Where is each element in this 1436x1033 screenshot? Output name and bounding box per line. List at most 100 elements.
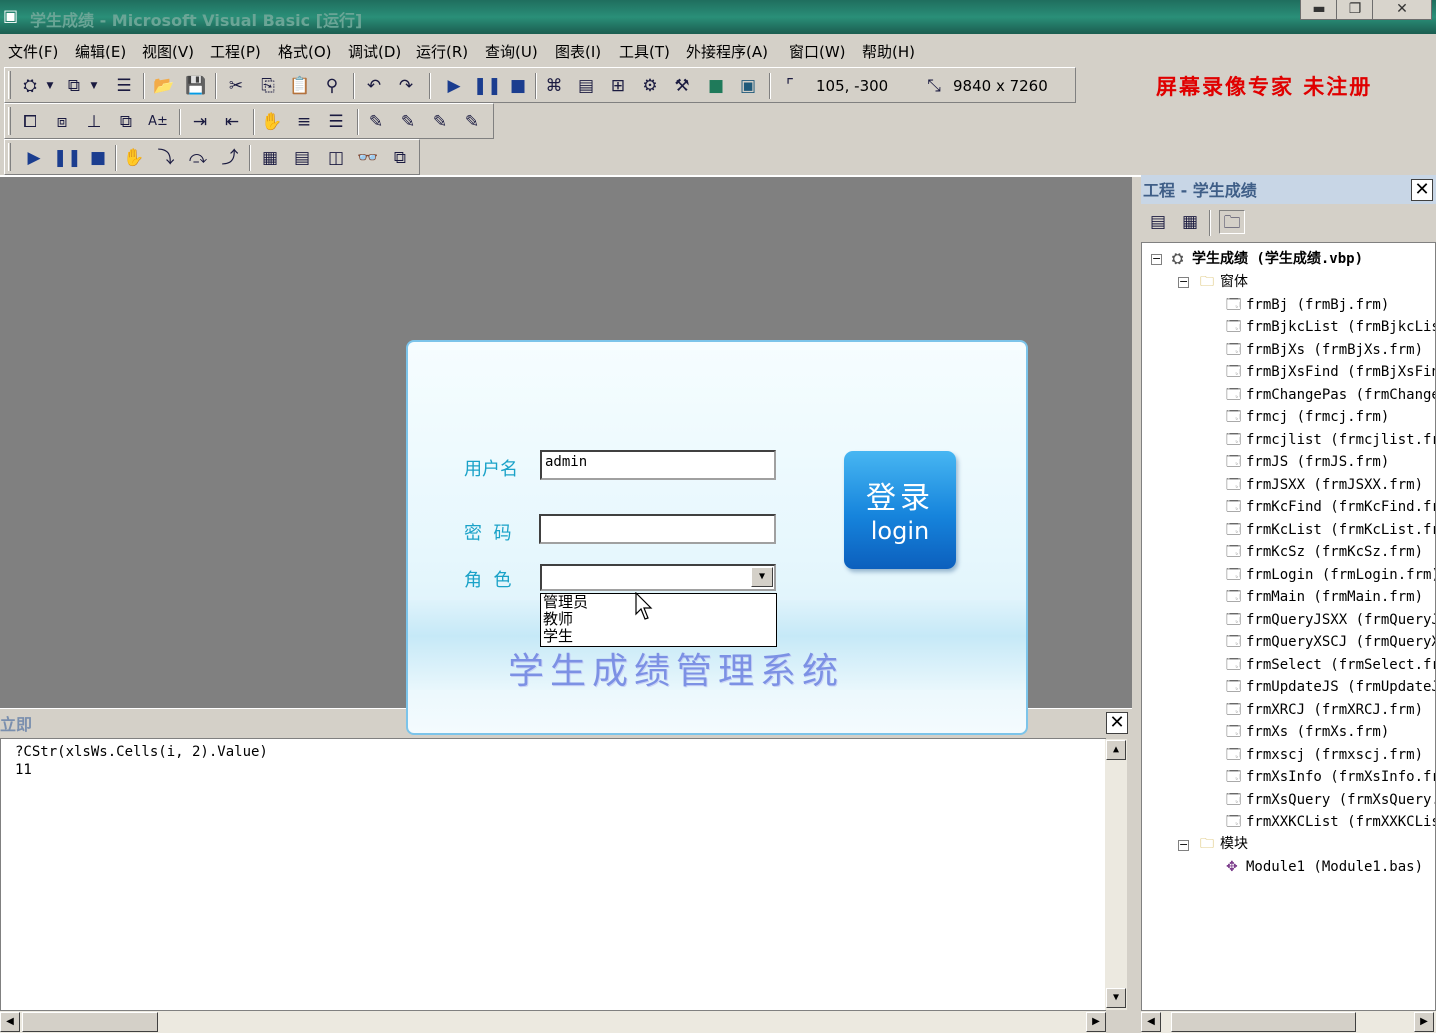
make-same-size-icon[interactable]: ⧉ [113,110,139,134]
view-code-icon[interactable]: ▤ [1145,210,1171,234]
menu-view[interactable]: 视图(V) [142,41,194,62]
menu-edit[interactable]: 编辑(E) [75,41,126,62]
tree-form-item[interactable]: 🗔frmQueryXSCJ (frmQueryXSCJ.frm) [1226,632,1435,652]
step-into-icon[interactable]: ⤵ [153,146,179,170]
tree-form-item[interactable]: 🗔 frmLogin (frmLogin.frm) [1226,565,1435,585]
tree-form-item[interactable]: 🗔 frmxscj (frmxscj.frm) [1226,745,1423,765]
close-icon[interactable]: ✕ [1106,712,1128,734]
save-icon[interactable]: 💾 [183,74,209,98]
chevron-down-icon[interactable]: ▼ [87,74,101,98]
tree-form-item[interactable]: 🗔frmUpdateJS (frmUpdateJS.frm) [1226,677,1435,697]
username-input[interactable]: admin [540,450,776,480]
login-button[interactable]: 登录 login [844,451,956,569]
tree-form-item[interactable]: 🗔 frmMain (frmMain.frm) [1226,587,1423,607]
password-input[interactable] [539,514,776,544]
start-icon[interactable]: ▶ [441,74,467,98]
tree-project-root[interactable]: ⛭ 学生成绩 (学生成绩.vbp) [1172,249,1363,269]
project-explorer-icon[interactable]: ⌘ [541,74,567,98]
tree-form-item[interactable]: 🗔frmBjkcList (frmBjkcList.frm) [1226,317,1435,337]
collapse-icon[interactable]: − [1178,276,1189,288]
tree-form-item[interactable]: 🗔 frmXs (frmXs.frm) [1226,722,1389,742]
menu-project[interactable]: 工程(P) [210,41,261,62]
menu-file[interactable]: 文件(F) [8,41,58,62]
tree-form-item[interactable]: 🗔frmQueryJSXX (frmQueryJSXX.frm) [1226,610,1435,630]
cut-icon[interactable]: ✂ [223,74,249,98]
start-icon[interactable]: ▶ [21,146,47,170]
break-icon[interactable]: ❚❚ [473,74,502,98]
outdent-icon[interactable]: ⇤ [219,110,245,134]
immediate-vscrollbar[interactable]: ▲ ▼ [1105,739,1127,1010]
properties-window-icon[interactable]: ▤ [573,74,599,98]
menu-debug[interactable]: 调试(D) [348,41,401,62]
menu-tools[interactable]: 工具(T) [619,41,670,62]
end-icon[interactable]: ■ [505,74,531,98]
immediate-hscrollbar[interactable]: ◀ ▶ [0,1011,1106,1033]
role-dropdown-list[interactable]: 管理员 教师 学生 [540,593,777,647]
toggle-breakpoint-icon[interactable]: ✋ [121,146,147,170]
paste-icon[interactable]: 📋 [287,74,313,98]
tree-form-item[interactable]: 🗔 frmcj (frmcj.frm) [1226,407,1389,427]
next-bookmark-icon[interactable]: ✎ [395,110,421,134]
menu-query[interactable]: 查询(U) [485,41,538,62]
project-tree[interactable]: − ⛭ 学生成绩 (学生成绩.vbp) − 🗀 窗体 🗔 frmBj (frmBj.f… [1141,242,1436,1011]
tree-form-item[interactable]: 🗔 frmJSXX (frmJSXX.frm) [1226,475,1423,495]
tree-form-item[interactable]: 🗔frmBjXsFind (frmBjXsFind.frm) [1226,362,1435,382]
redo-icon[interactable]: ↷ [393,74,419,98]
tree-form-item[interactable]: 🗔 frmBj (frmBj.frm) [1226,295,1389,315]
tree-form-item[interactable]: 🗔frmChangePas (frmChangePas.frm) [1226,385,1435,405]
role-combobox[interactable]: ▼ [540,564,776,591]
chevron-down-icon[interactable]: ▼ [751,567,773,587]
menu-window[interactable]: 窗口(W) [789,41,846,62]
open-project-icon[interactable]: 📂 [151,74,177,98]
tree-form-item[interactable]: 🗔 frmXRCJ (frmXRCJ.frm) [1226,700,1423,720]
toggle-folders-icon[interactable]: 🗀 [1219,210,1245,234]
align-icon[interactable]: ⊥ [81,110,107,134]
scroll-up-icon[interactable]: ▲ [1106,740,1126,760]
vb-app-icon[interactable]: ▣ [3,7,21,25]
bookmark-icon[interactable]: ✎ [363,110,389,134]
close-icon[interactable]: ✕ [1411,179,1433,201]
add-form-icon[interactable]: ⧉ [61,74,87,98]
copy-icon[interactable]: ⎘ [255,74,281,98]
component-manager-icon[interactable]: ▣ [735,74,761,98]
scroll-right-icon[interactable]: ▶ [1414,1012,1434,1032]
comment-icon[interactable]: ☰ [323,110,349,134]
object-browser-icon[interactable]: ⚙ [637,74,663,98]
tree-form-item[interactable]: 🗔frmXsQuery (frmXsQuery.frm) [1226,790,1435,810]
end-icon[interactable]: ■ [85,146,111,170]
menu-editor-icon[interactable]: ☰ [111,74,137,98]
menu-addins[interactable]: 外接程序(A) [686,41,768,62]
close-window-button[interactable]: ✕ [1372,0,1432,20]
tree-form-item[interactable]: 🗔 frmKcSz (frmKcSz.frm) [1226,542,1423,562]
scroll-left-icon[interactable]: ◀ [1141,1012,1161,1032]
tree-folder-modules[interactable]: 🗀 模块 [1200,834,1248,854]
minimize-button[interactable]: ▬ [1300,0,1338,20]
tree-form-item[interactable]: 🗔 frmBjXs (frmBjXs.frm) [1226,340,1423,360]
scroll-thumb[interactable] [22,1012,158,1032]
tree-form-item[interactable]: 🗔 frmXsInfo (frmXsInfo.frm) [1226,767,1435,787]
tree-form-item[interactable]: 🗔 frmSelect (frmSelect.frm) [1226,655,1435,675]
scroll-right-icon[interactable]: ▶ [1086,1012,1106,1032]
step-out-icon[interactable]: ⤴ [217,146,243,170]
undo-icon[interactable]: ↶ [361,74,387,98]
clear-bookmarks-icon[interactable]: ✎ [459,110,485,134]
scroll-thumb[interactable] [1171,1012,1356,1032]
tree-folder-forms[interactable]: 🗀 窗体 [1200,272,1248,292]
watch-window-icon[interactable]: ◫ [323,146,349,170]
chevron-down-icon[interactable]: ▼ [43,74,57,98]
menu-format[interactable]: 格式(O) [278,41,332,62]
data-view-icon[interactable]: ■ [703,74,729,98]
role-option[interactable]: 教师 [543,611,776,628]
scroll-left-icon[interactable]: ◀ [0,1012,20,1032]
tree-form-item[interactable]: 🗔 frmJS (frmJS.frm) [1226,452,1389,472]
tree-form-item[interactable]: 🗔frmXXKCList (frmXXKCList.frm) [1226,812,1435,832]
tree-module-item[interactable]: ✥ Module1 (Module1.bas) [1226,857,1423,877]
role-option[interactable]: 管理员 [543,594,776,611]
font-size-icon[interactable]: A± [145,110,171,134]
hand-icon[interactable]: ✋ [259,110,285,134]
view-object-icon[interactable]: ▦ [1177,210,1203,234]
list-icon[interactable]: ≡ [291,110,317,134]
add-project-icon[interactable]: ⛭ [17,74,43,98]
toolbar-grip[interactable] [8,107,11,135]
call-stack-icon[interactable]: ⧉ [387,146,413,170]
